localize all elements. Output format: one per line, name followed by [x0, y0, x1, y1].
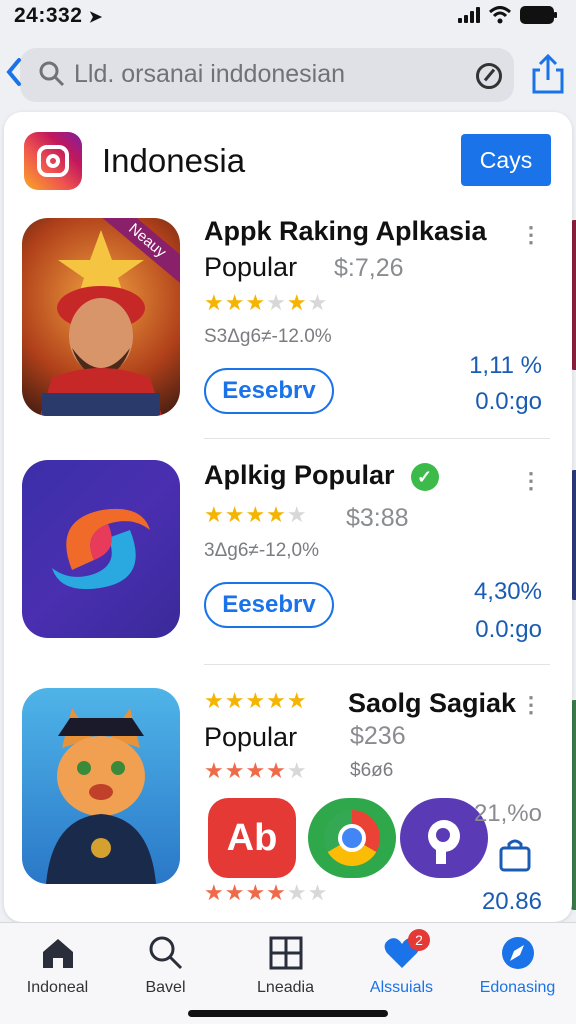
chevron-left-icon — [6, 58, 21, 86]
tab-label: Edonasing — [479, 979, 556, 996]
rating-stars: ★★★★★★ — [204, 290, 329, 315]
get-button[interactable]: Eesebrv — [204, 368, 334, 414]
app-price: $:7,26 — [334, 254, 404, 282]
location-arrow-icon: ➤ — [88, 9, 103, 26]
app-list-card: Indonesia Cays Neauy Appk Raking Aplkasi… — [4, 112, 572, 922]
divider — [204, 438, 550, 439]
tab-indoneal[interactable]: Indoneal — [0, 933, 115, 997]
search-query: Lld. orsanai inddonesian — [74, 60, 346, 88]
bag-icon[interactable] — [498, 838, 532, 872]
notification-badge: 2 — [408, 929, 430, 951]
instagram-logo-icon — [24, 132, 82, 190]
more-options-icon[interactable]: ⋮ — [520, 468, 542, 494]
app-stats: 3Δg6≠-12,0% — [204, 540, 320, 561]
tab-bar: Indoneal Bavel Lneadia 2 Alssuials Edona… — [0, 922, 576, 1024]
app-percent: 4,30% — [473, 578, 542, 605]
cat-character-icon — [46, 708, 156, 884]
cellular-signal-icon — [458, 7, 480, 23]
clear-search-icon[interactable] — [476, 63, 502, 89]
app-name[interactable]: Saolg Sagiak — [348, 688, 516, 719]
divider — [204, 664, 550, 665]
tab-edonasing[interactable]: Edonasing — [460, 933, 575, 997]
header-action-button[interactable]: Cays — [461, 134, 551, 186]
share-button[interactable] — [530, 53, 566, 94]
rating-stars: ★★★★★ — [204, 758, 308, 783]
app-secondary-value: 20.86 — [481, 888, 542, 915]
tab-label: Lneadia — [257, 979, 314, 996]
battery-icon — [520, 6, 557, 24]
app-icon-1[interactable]: Neauy — [22, 218, 180, 416]
back-button[interactable] — [4, 56, 30, 92]
search-row: Lld. orsanai inddonesian — [0, 44, 576, 104]
more-options-icon[interactable]: ⋮ — [520, 692, 542, 718]
compass-icon — [501, 937, 534, 969]
get-button[interactable]: Eesebrv — [204, 582, 334, 628]
app-secondary-value: 0.0:go — [475, 616, 542, 643]
app-percent: 21,%o — [473, 800, 542, 827]
app-icon-3[interactable] — [22, 688, 180, 884]
tab-lneadia[interactable]: Lneadia — [228, 933, 343, 997]
status-time: 24:332 ➤ — [14, 4, 103, 27]
app-secondary-value: 0.0:go — [475, 388, 542, 415]
app-price: $3:88 — [346, 504, 409, 532]
tab-alssuials[interactable]: 2 Alssuials — [344, 929, 459, 997]
more-options-icon[interactable]: ⋮ — [520, 222, 542, 248]
verified-check-icon: ✓ — [410, 462, 439, 491]
rating-stars: ★★★★★ — [204, 502, 308, 527]
rating-stars-top: ★★★★★ — [204, 688, 308, 713]
app-icon-2[interactable] — [22, 460, 180, 638]
mini-app-ab[interactable]: Ab — [208, 798, 296, 878]
grid-icon — [269, 936, 302, 970]
search-icon — [39, 61, 65, 87]
share-icon — [532, 53, 564, 94]
search-input[interactable]: Lld. orsanai inddonesian — [20, 48, 514, 102]
tab-label: Bavel — [145, 979, 186, 996]
status-icons — [458, 6, 557, 24]
app-percent: 1,11 % — [469, 352, 542, 379]
app-name-line2: Popular — [204, 722, 298, 752]
chrome-icon[interactable] — [308, 798, 396, 878]
page-title: Indonesia — [102, 142, 246, 179]
app-stats: S3Δg6≠-12.0% — [204, 326, 332, 347]
app-stats: $6ø6 — [350, 760, 394, 781]
status-bar: 24:332 ➤ — [0, 0, 576, 34]
wifi-icon — [488, 6, 512, 24]
tab-label: Alssuials — [369, 979, 434, 996]
app-name[interactable]: Aplkig Popular ✓ — [204, 460, 439, 491]
rating-stars-bottom: ★★★★★★ — [204, 880, 329, 905]
app-name[interactable]: Appk Raking Aplkasia — [204, 216, 487, 247]
search-icon — [149, 936, 182, 970]
tab-bavel[interactable]: Bavel — [108, 933, 223, 997]
tab-label: Indoneal — [26, 979, 89, 996]
app-price: $236 — [350, 722, 406, 750]
swirl-logo-icon — [52, 508, 150, 590]
app-name-line2: Popular — [204, 252, 298, 282]
home-indicator[interactable] — [188, 1010, 388, 1017]
home-icon — [42, 939, 73, 968]
